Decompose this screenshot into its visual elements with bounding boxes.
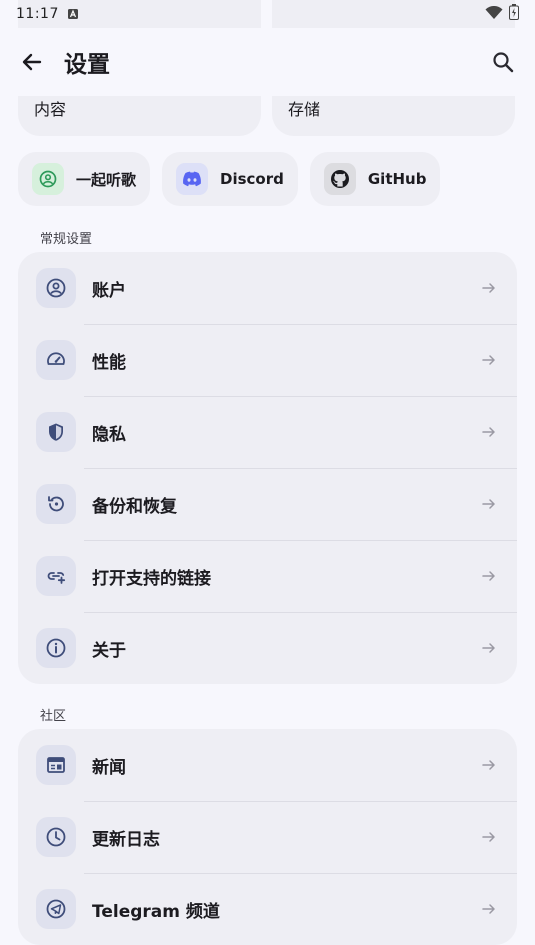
battery-icon (509, 4, 519, 24)
storage-card-label: 存储 (288, 100, 321, 119)
settings-item-label: 更新日志 (92, 829, 160, 850)
section-title-community: 社区 (40, 709, 67, 724)
search-icon (493, 52, 514, 73)
account-icon (36, 268, 76, 308)
arrow-forward-icon (479, 638, 499, 658)
info-icon (36, 628, 76, 668)
back-button[interactable] (18, 48, 46, 76)
settings-item-privacy[interactable]: 隐私 (18, 396, 517, 468)
settings-item-label: 账户 (92, 280, 126, 301)
arrow-forward-icon (479, 827, 499, 847)
listen-together-label: 一起听歌 (76, 170, 137, 189)
listen-together-icon (32, 163, 64, 195)
app-bar: 设置 (0, 28, 535, 96)
news-icon (36, 745, 76, 785)
settings-item-changelog[interactable]: 更新日志 (18, 801, 517, 873)
settings-item-label: Telegram 频道 (92, 901, 220, 922)
telegram-icon (36, 889, 76, 929)
notification-icon (67, 5, 79, 24)
settings-item-telegram[interactable]: Telegram 频道 (18, 873, 517, 945)
community-group: 新闻 更新日志 Telegram 频道 (18, 729, 517, 945)
settings-item-open-links[interactable]: 打开支持的链接 (18, 540, 517, 612)
settings-item-news[interactable]: 新闻 (18, 729, 517, 801)
shield-icon (36, 412, 76, 452)
arrow-back-icon (22, 53, 42, 71)
settings-item-backup-restore[interactable]: 备份和恢复 (18, 468, 517, 540)
speedometer-icon (36, 340, 76, 380)
discord-label: Discord (220, 170, 284, 188)
status-time: 11:17 (16, 6, 59, 22)
settings-item-label: 备份和恢复 (92, 496, 177, 517)
settings-item-label: 新闻 (92, 757, 126, 778)
github-chip[interactable]: GitHub (309, 152, 441, 206)
wifi-icon (485, 5, 503, 24)
arrow-forward-icon (479, 494, 499, 514)
arrow-forward-icon (479, 422, 499, 442)
status-bar: 11:17 (0, 0, 535, 28)
search-button[interactable] (489, 48, 517, 76)
settings-item-label: 隐私 (92, 424, 126, 445)
clock-icon (36, 817, 76, 857)
general-settings-group: 账户 性能 隐私 备份和恢复 打开支持的链接 关于 (18, 252, 517, 684)
arrow-forward-icon (479, 755, 499, 775)
settings-item-performance[interactable]: 性能 (18, 324, 517, 396)
arrow-forward-icon (479, 278, 499, 298)
settings-item-about[interactable]: 关于 (18, 612, 517, 684)
discord-chip[interactable]: Discord (162, 152, 298, 206)
page-title: 设置 (64, 52, 110, 78)
settings-item-label: 关于 (92, 640, 126, 661)
content-card-label: 内容 (34, 100, 67, 119)
settings-item-label: 性能 (92, 352, 126, 373)
arrow-forward-icon (479, 566, 499, 586)
listen-together-chip[interactable]: 一起听歌 (18, 152, 151, 206)
github-label: GitHub (367, 170, 427, 188)
settings-item-label: 打开支持的链接 (92, 568, 211, 589)
restore-icon (36, 484, 76, 524)
link-chips: 一起听歌 Discord GitHub (18, 152, 441, 206)
arrow-forward-icon (479, 350, 499, 370)
arrow-forward-icon (479, 899, 499, 919)
link-add-icon (36, 556, 76, 596)
github-icon (323, 163, 356, 195)
section-title-general: 常规设置 (40, 232, 93, 247)
settings-item-account[interactable]: 账户 (18, 252, 517, 324)
discord-icon (176, 163, 209, 195)
